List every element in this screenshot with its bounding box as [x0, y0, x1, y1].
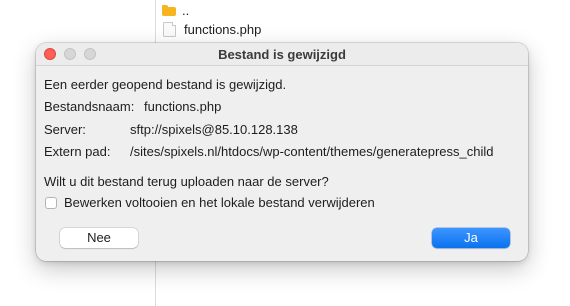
server-value: sftp://spixels@85.10.128.138: [130, 122, 298, 137]
server-label: Server:: [44, 122, 86, 137]
finish-editing-checkbox[interactable]: [45, 196, 57, 209]
remote-path-label: Extern pad:: [44, 144, 111, 159]
filename-value: functions.php: [144, 99, 222, 114]
dialog-message: Een eerder geopend bestand is gewijzigd.: [44, 77, 287, 92]
title-bar: Bestand is gewijzigd: [36, 43, 528, 66]
remote-path-value: /sites/spixels.nl/htdocs/wp-content/them…: [130, 144, 494, 159]
no-button[interactable]: Nee: [60, 228, 138, 248]
dialog-title: Bestand is gewijzigd: [218, 47, 346, 62]
upload-question: Wilt u dit bestand terug uploaden naar d…: [44, 174, 329, 189]
yes-button[interactable]: Ja: [432, 228, 510, 248]
file-changed-dialog: Bestand is gewijzigd Een eerder geopend …: [36, 43, 528, 261]
file-name: ..: [182, 2, 190, 18]
finish-editing-label[interactable]: Bewerken voltooien en het lokale bestand…: [64, 195, 375, 210]
finish-editing-option[interactable]: Bewerken voltooien en het lokale bestand…: [45, 195, 375, 210]
folder-icon: [162, 4, 176, 16]
file-name: functions.php: [184, 21, 262, 37]
document-icon: [163, 21, 176, 37]
file-row-parent[interactable]: ..: [162, 1, 189, 19]
file-row-functions[interactable]: functions.php: [162, 20, 261, 38]
filename-label: Bestandsnaam:: [44, 99, 135, 114]
